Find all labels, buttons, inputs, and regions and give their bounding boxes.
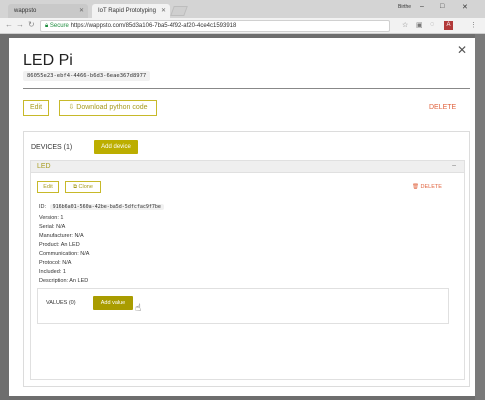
maximize-icon[interactable]: □ [440,3,444,10]
tab-label: wappsto [14,8,37,14]
window-close-icon[interactable]: ✕ [462,3,468,11]
clone-icon: ⧉ [73,184,78,190]
hand-cursor-icon: ☝︎ [135,303,142,314]
values-panel: VALUES (0) Add value ☝︎ [37,288,449,324]
tab-label: IoT Rapid Prototyping [98,8,156,14]
values-heading: VALUES (0) [46,300,76,306]
forward-icon[interactable]: → [16,20,24,29]
minimize-icon[interactable]: – [420,3,424,10]
device-description: Description: An LED [39,278,89,284]
extension-circle-icon[interactable]: ◌ [430,21,434,28]
tab-strip: wappsto ✕ IoT Rapid Prototyping ✕ Birthe… [0,0,485,18]
device-communication: Communication: N/A [39,251,90,257]
close-icon[interactable]: ✕ [457,44,467,56]
device-id-row: ID: 916b6a01-560a-42be-ba5d-5dfcfac9f7be [39,204,164,210]
delete-device-label: DELETE [420,184,442,190]
tab-iot-rapid-prototyping[interactable]: IoT Rapid Prototyping ✕ [92,4,170,18]
menu-icon[interactable]: ⋮ [470,21,477,29]
star-icon[interactable]: ☆ [402,21,408,29]
edit-device-button[interactable]: Edit [37,181,59,193]
clone-device-button[interactable]: ⧉ Clone [65,181,101,193]
device-id: 916b6a01-560a-42be-ba5d-5dfcfac9f7be [49,204,164,210]
device-name[interactable]: LED [37,163,51,170]
device-id-label: ID: [39,204,47,210]
extension-a-icon[interactable]: A [444,21,453,30]
page-scrollbar[interactable] [475,34,485,400]
download-label: Download python code [76,104,148,111]
reload-icon[interactable]: ↻ [28,20,35,29]
browser-user-name[interactable]: Birthe [398,4,411,10]
clone-label: Clone [78,184,93,190]
device-item: LED – Edit ⧉ Clone 🗑︎ DELETE ID: 916b6a0… [30,160,465,380]
page-title: LED Pi [23,52,73,69]
device-serial: Serial: N/A [39,224,66,230]
tab-close-icon[interactable]: ✕ [79,7,84,14]
device-product: Product: An LED [39,242,80,248]
download-icon: ⇩ [68,104,75,111]
tab-wappsto[interactable]: wappsto ✕ [8,4,88,18]
divider [23,88,470,89]
device-manufacturer: Manufacturer: N/A [39,233,84,239]
collapse-icon[interactable]: – [452,162,456,169]
browser-chrome: wappsto ✕ IoT Rapid Prototyping ✕ Birthe… [0,0,485,34]
extension-icon[interactable]: ▣ [416,21,423,29]
device-protocol: Protocol: N/A [39,260,72,266]
edit-button[interactable]: Edit [23,100,49,116]
network-id: 86055e23-ebf4-4466-b6d3-6eae367d8977 [23,71,151,81]
add-device-button[interactable]: Add device [94,140,138,154]
devices-panel: DEVICES (1) Add device LED – Edit ⧉ Clon… [23,131,470,387]
delete-device-button[interactable]: 🗑︎ DELETE [412,184,442,190]
url-text: https://wappsto.com/85d3a106-7ba5-4f92-a… [70,23,237,29]
device-version: Version: 1 [39,215,64,221]
tab-close-icon[interactable]: ✕ [161,7,166,14]
lock-icon: 🔒︎ [45,23,49,29]
new-tab-button[interactable] [170,6,188,16]
delete-button[interactable]: DELETE [429,104,456,111]
device-included: Included: 1 [39,269,66,275]
device-modal: ✕ LED Pi 86055e23-ebf4-4466-b6d3-6eae367… [9,38,475,396]
add-value-button[interactable]: Add value [93,296,133,310]
address-bar[interactable]: 🔒︎ Secure https://wappsto.com/85d3a106-7… [40,20,390,32]
back-icon[interactable]: ← [5,20,13,29]
secure-label: Secure [49,23,69,29]
download-python-button[interactable]: ⇩ Download python code [59,100,157,116]
trash-icon: 🗑︎ [412,184,419,190]
browser-toolbar: ← → ↻ 🔒︎ Secure https://wappsto.com/85d3… [0,18,485,34]
devices-heading: DEVICES (1) [31,144,73,151]
device-header[interactable]: LED – [31,161,464,173]
